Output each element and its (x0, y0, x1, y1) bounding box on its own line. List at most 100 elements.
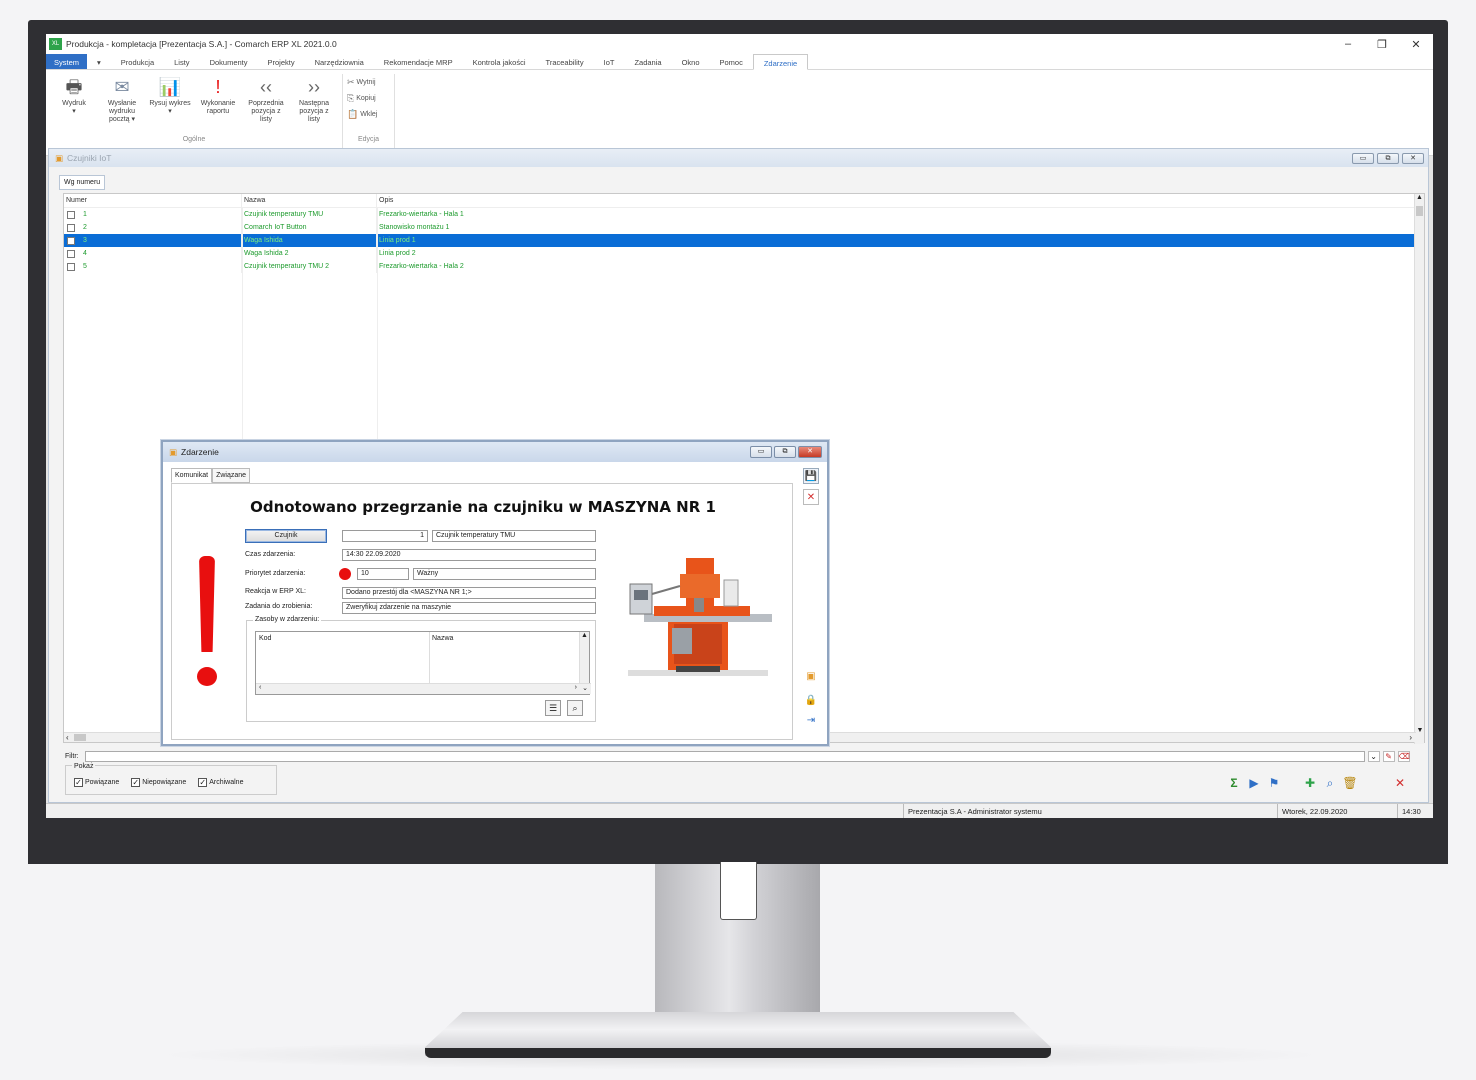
dialog-close-button[interactable]: ✕ (798, 446, 822, 458)
event-time-field[interactable]: 14:30 22.09.2020 (342, 549, 596, 561)
column-header-numer[interactable]: Numer (64, 194, 242, 207)
sensor-number-field[interactable]: 1 (342, 530, 428, 542)
table-row[interactable]: 3 Waga Ishida Linia prod 1 (64, 234, 1424, 247)
menu-item[interactable]: Produkcja (111, 54, 164, 69)
quick-access-dropdown-icon[interactable]: ▾ (87, 54, 111, 69)
sum-icon[interactable]: Σ (1226, 775, 1242, 791)
show-filter-checkbox[interactable]: ✓ Powiązane (74, 778, 119, 787)
menu-item[interactable]: Rekomendacje MRP (374, 54, 463, 69)
filter-input[interactable] (84, 750, 1365, 762)
scroll-down-icon[interactable]: ▼ (1415, 727, 1425, 734)
dialog-minimize-button[interactable]: ▭ (750, 446, 772, 458)
minimize-button[interactable]: – (1331, 38, 1365, 50)
show-filter-checkbox[interactable]: ✓ Niepowiązane (131, 778, 186, 787)
menu-item[interactable]: Listy (164, 54, 199, 69)
menu-item[interactable]: Dokumenty (200, 54, 258, 69)
priority-name-field[interactable]: Ważny (413, 568, 596, 580)
menu-item[interactable]: IoT (594, 54, 625, 69)
menu-item[interactable]: Projekty (258, 54, 305, 69)
scroll-thumb[interactable] (1416, 206, 1423, 216)
row-checkbox[interactable] (67, 262, 75, 271)
sensor-name-field[interactable]: Czujnik temperatury TMU (432, 530, 596, 542)
horizontal-scrollbar[interactable]: ‹ › ⌄ (256, 683, 591, 694)
ribbon-button[interactable]: ‹‹ Poprzednia pozycja z listy (242, 74, 290, 124)
scroll-thumb[interactable] (74, 734, 86, 741)
checkmark-icon[interactable]: ✓ (131, 778, 141, 787)
scroll-right-icon[interactable]: › (575, 684, 577, 691)
scroll-up-icon[interactable]: ▲ (1415, 194, 1424, 201)
menu-system[interactable]: System (46, 54, 88, 69)
close-button[interactable]: ✕ (1399, 38, 1433, 51)
scroll-down-icon[interactable]: ⌄ (582, 684, 588, 692)
event-time-label: Czas zdarzenia: (245, 551, 296, 558)
vertical-scrollbar[interactable]: ▲ (579, 632, 589, 684)
resources-list-icon[interactable]: ☰ (545, 700, 561, 716)
row-checkbox[interactable] (67, 210, 75, 219)
row-number: 2 (83, 224, 87, 231)
row-checkbox[interactable] (67, 223, 75, 232)
ribbon-button[interactable]: ›› Następna pozycja z listy (290, 74, 338, 124)
menu-item[interactable]: Traceability (536, 54, 594, 69)
iot-close-button[interactable]: ✕ (1402, 152, 1424, 164)
menu-item[interactable]: Kontrola jakości (463, 54, 536, 69)
menu-item[interactable]: Narzędziownia (305, 54, 374, 69)
row-checkbox[interactable] (67, 236, 75, 245)
dialog-maximize-button[interactable]: ⧉ (774, 446, 796, 458)
export-icon[interactable]: ▶ (1246, 775, 1262, 791)
table-row[interactable]: 2 Comarch IoT Button Stanowisko montażu 1 (64, 221, 1424, 234)
filter-icon[interactable]: ⚑ (1266, 775, 1282, 791)
ribbon-button[interactable]: ✉ Wysłanie wydruku pocztą ▾ (98, 74, 146, 124)
delete-icon[interactable]: 🗑 (1342, 775, 1358, 791)
close-window-icon[interactable]: ✕ (1392, 775, 1408, 791)
checkmark-icon[interactable]: ✓ (74, 778, 83, 787)
ribbon-button-dropdown-icon[interactable]: ▾ (72, 108, 76, 116)
save-icon[interactable]: 💾 (803, 468, 819, 484)
filter-dropdown-icon[interactable]: ⌄ (1367, 750, 1380, 762)
ribbon-button[interactable]: 🖶 Wydruk ▾ (50, 74, 98, 116)
ribbon-small-button[interactable]: ⎘ Kopiuj (347, 90, 376, 106)
menu-item[interactable]: Okno (672, 54, 710, 69)
discard-icon[interactable]: ✕ (803, 489, 819, 505)
table-row[interactable]: 1 Czujnik temperatury TMU Frezarko-wiertar… (64, 208, 1424, 221)
scroll-left-icon[interactable]: ‹ (259, 684, 261, 691)
tab-wg-numeru[interactable]: Wg numeru (59, 175, 106, 190)
erp-reaction-field[interactable]: Dodano przestój dla <MASZYNA NR 1;> (342, 587, 596, 599)
add-icon[interactable]: ✚ (1302, 775, 1318, 791)
row-checkbox[interactable] (67, 249, 75, 258)
resources-search-icon[interactable]: ⌕ (567, 700, 583, 716)
checkmark-icon[interactable]: ✓ (198, 778, 208, 787)
vertical-scrollbar[interactable]: ▲ ▼ (1414, 194, 1424, 744)
ribbon-button[interactable]: 📊 Rysuj wykres ▾ (146, 74, 194, 116)
iot-restore-button[interactable]: ⧉ (1377, 152, 1399, 164)
menu-item[interactable]: Pomoc (710, 54, 753, 69)
scroll-left-icon[interactable]: ‹ (66, 733, 69, 742)
sensor-details-icon[interactable]: ▣ (803, 669, 819, 685)
column-header-nazwa[interactable]: Nazwa (432, 635, 453, 642)
priority-value-field[interactable]: 10 (357, 568, 409, 580)
tab-zwiazane[interactable]: Związane (212, 468, 251, 483)
column-header-nazwa[interactable]: Nazwa (242, 194, 377, 207)
ribbon-small-button[interactable]: 📋 Wklej (347, 106, 377, 122)
filter-clear-icon[interactable]: ⌫ (1397, 750, 1410, 762)
sensor-button[interactable]: Czujnik (245, 529, 327, 543)
ribbon-small-button[interactable]: ✂ Wytnij (347, 74, 376, 90)
menu-zdarzenie[interactable]: Zdarzenie (752, 54, 809, 70)
filter-edit-icon[interactable]: ✎ (1382, 750, 1395, 762)
maximize-button[interactable]: ❐ (1365, 38, 1399, 51)
table-row[interactable]: 4 Waga Ishida 2 Linia prod 2 (64, 247, 1424, 260)
scroll-right-icon[interactable]: › (1409, 733, 1412, 742)
show-filter-checkbox[interactable]: ✓ Archiwalne (198, 778, 243, 787)
table-row[interactable]: 5 Czujnik temperatury TMU 2 Frezarko-wiert… (64, 260, 1424, 273)
lock-icon[interactable]: 🔒 (803, 693, 819, 709)
iot-minimize-button[interactable]: ▭ (1352, 152, 1374, 164)
menu-item[interactable]: Zadania (624, 54, 671, 69)
column-header-kod[interactable]: Kod (259, 635, 271, 642)
search-icon[interactable]: ⌕ (1322, 775, 1338, 791)
ribbon-button-label: Wysłanie wydruku pocztą ▾ (107, 100, 137, 123)
column-header-opis[interactable]: Opis (377, 194, 1424, 207)
todo-field[interactable]: Zweryfikuj zdarzenie na maszynie (342, 602, 596, 614)
tab-komunikat[interactable]: Komunikat (171, 468, 213, 483)
scroll-up-icon[interactable]: ▲ (581, 632, 588, 639)
ribbon-button[interactable]: ! Wykonanie raportu (194, 74, 242, 116)
pin-icon[interactable]: ⇥ (803, 713, 819, 729)
